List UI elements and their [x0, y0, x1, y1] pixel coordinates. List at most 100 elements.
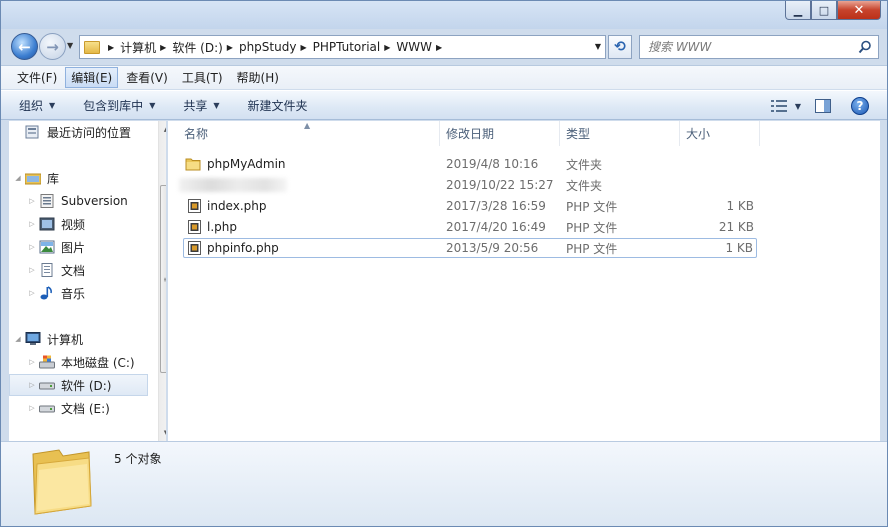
file-name: phpMyAdmin	[207, 157, 286, 171]
help-icon[interactable]: ?	[851, 97, 869, 115]
file-list-pane[interactable]: ▲ 名称 修改日期 类型 大小 phpMyAdmin 2019/4/8 10:1…	[168, 121, 880, 441]
details-pane: 5 个对象	[1, 441, 887, 526]
navigation-scrollbar[interactable]: ▲ ≡ ▼	[158, 121, 166, 441]
breadcrumb-phptutorial[interactable]: PHPTutorial	[313, 40, 381, 54]
include-in-library-button[interactable]: 包含到库中 ▼	[83, 97, 155, 114]
sidebar-item-drive-d[interactable]: ▷ 软件 (D:)	[9, 374, 148, 396]
sidebar-item-music[interactable]: ▷ 音乐	[27, 282, 166, 304]
refresh-button[interactable]: ⟲	[608, 35, 632, 59]
search-box[interactable]	[639, 35, 879, 59]
preview-pane-icon[interactable]	[815, 99, 831, 113]
expand-icon[interactable]: ▷	[27, 220, 37, 228]
computer-icon	[25, 332, 41, 345]
sidebar-item-drive-e[interactable]: ▷ 文档 (E:)	[27, 397, 166, 419]
file-row[interactable]: phpinfo.php 2013/5/9 20:56 PHP 文件 1 KB	[183, 238, 757, 258]
address-history-dropdown[interactable]: ▼	[595, 42, 601, 51]
expand-icon[interactable]: ▷	[27, 243, 37, 251]
expand-collapse-icon[interactable]: ◢	[13, 335, 23, 343]
sidebar-item-subversion[interactable]: ▷ Subversion	[27, 190, 166, 212]
sidebar-item-documents[interactable]: ▷ 文档	[27, 259, 166, 281]
sidebar-item-label: 库	[47, 171, 60, 186]
minimize-button[interactable]: ▁	[785, 1, 811, 20]
menu-view[interactable]: 查看(V)	[120, 67, 174, 88]
breadcrumb-drive-d[interactable]: 软件 (D:)	[172, 39, 222, 56]
expand-icon[interactable]: ▷	[27, 358, 37, 366]
scroll-down-button[interactable]: ▼	[159, 425, 166, 441]
organize-label: 组织	[19, 98, 44, 113]
close-button[interactable]: ✕	[837, 1, 881, 20]
new-folder-button[interactable]: 新建文件夹	[248, 97, 308, 114]
view-mode-icon[interactable]	[770, 99, 787, 113]
chevron-down-icon[interactable]: ▼	[795, 102, 801, 111]
menu-help[interactable]: 帮助(H)	[231, 67, 285, 88]
file-size: 1 KB	[726, 199, 754, 213]
file-row[interactable]: index.php 2017/3/28 16:59 PHP 文件 1 KB	[183, 196, 757, 216]
file-row[interactable]: 2019/10/22 15:27 文件夹	[179, 175, 757, 195]
expand-icon[interactable]: ▷	[27, 197, 37, 205]
sidebar-item-recent-places[interactable]: 最近访问的位置	[25, 121, 165, 143]
chevron-right-icon[interactable]: ▶	[384, 43, 390, 52]
sidebar-item-label: 文档	[61, 263, 86, 278]
recent-places-icon	[25, 125, 39, 139]
column-header-name[interactable]: 名称	[178, 121, 440, 146]
php-file-icon	[188, 241, 201, 255]
file-row[interactable]: l.php 2017/4/20 16:49 PHP 文件 21 KB	[183, 217, 757, 237]
file-row[interactable]: phpMyAdmin 2019/4/8 10:16 文件夹	[183, 154, 757, 174]
folder-icon	[84, 40, 100, 54]
navigation-bar: ← → ▼ ▶ 计算机 ▶ 软件 (D:) ▶ phpStudy ▶ PHPTu…	[1, 31, 887, 63]
system-drive-icon	[39, 355, 55, 369]
maximize-button[interactable]: □	[811, 1, 837, 20]
sidebar-item-drive-c[interactable]: ▷ 本地磁盘 (C:)	[27, 351, 166, 373]
back-button[interactable]: ←	[11, 33, 38, 60]
sidebar-item-videos[interactable]: ▷ 视频	[27, 213, 166, 235]
expand-icon[interactable]: ▷	[27, 289, 37, 297]
sidebar-item-pictures[interactable]: ▷ 图片	[27, 236, 166, 258]
file-name: index.php	[207, 199, 267, 213]
scroll-up-button[interactable]: ▲	[159, 121, 166, 137]
scroll-thumb[interactable]: ≡	[160, 185, 166, 373]
file-size: 21 KB	[718, 220, 754, 234]
forward-button[interactable]: →	[39, 33, 66, 60]
organize-button[interactable]: 组织 ▼	[19, 97, 55, 114]
menu-file[interactable]: 文件(F)	[11, 67, 63, 88]
php-file-icon	[188, 199, 201, 213]
file-date: 2017/4/20 16:49	[446, 220, 546, 234]
column-header-size[interactable]: 大小	[680, 121, 760, 146]
sidebar-item-library[interactable]: ◢ 库	[13, 167, 153, 189]
title-bar[interactable]: ▁ □ ✕	[1, 1, 887, 29]
chevron-right-icon[interactable]: ▶	[108, 43, 114, 52]
chevron-down-icon: ▼	[49, 100, 56, 110]
breadcrumb-computer[interactable]: 计算机	[120, 39, 156, 56]
caption-buttons: ▁ □ ✕	[785, 1, 881, 21]
chevron-right-icon[interactable]: ▶	[227, 43, 233, 52]
expand-collapse-icon[interactable]: ◢	[13, 174, 23, 182]
search-input[interactable]	[648, 38, 848, 56]
column-header-type[interactable]: 类型	[560, 121, 680, 146]
menu-edit[interactable]: 编辑(E)	[65, 67, 119, 88]
expand-icon[interactable]: ▷	[27, 266, 37, 274]
chevron-right-icon[interactable]: ▶	[300, 43, 306, 52]
search-icon[interactable]	[858, 40, 872, 54]
sidebar-item-computer[interactable]: ◢ 计算机	[13, 328, 153, 350]
new-folder-label: 新建文件夹	[247, 98, 308, 113]
navigation-pane[interactable]: 最近访问的位置 ◢ 库 ▷ Subversion ▷ 视频 ▷ 图片 ▷ 文档 …	[9, 121, 166, 441]
pictures-icon	[39, 240, 55, 254]
view-controls: ▼ ?	[757, 97, 869, 115]
share-button[interactable]: 共享 ▼	[183, 97, 219, 114]
recent-pages-dropdown[interactable]: ▼	[67, 41, 73, 50]
library-icon	[25, 173, 41, 185]
expand-icon[interactable]: ▷	[27, 381, 37, 389]
chevron-right-icon[interactable]: ▶	[160, 43, 166, 52]
sidebar-item-label: 视频	[61, 217, 86, 232]
column-header-date[interactable]: 修改日期	[440, 121, 560, 146]
breadcrumb-www[interactable]: WWW	[396, 40, 432, 54]
arrow-right-icon: →	[46, 37, 59, 56]
file-type: PHP 文件	[566, 199, 618, 214]
chevron-right-icon[interactable]: ▶	[436, 43, 442, 52]
menu-tools[interactable]: 工具(T)	[176, 67, 229, 88]
sidebar-item-label: 本地磁盘 (C:)	[61, 355, 135, 370]
expand-icon[interactable]: ▷	[27, 404, 37, 412]
php-file-icon	[188, 220, 201, 234]
breadcrumb-phpstudy[interactable]: phpStudy	[239, 40, 297, 54]
address-bar[interactable]: ▶ 计算机 ▶ 软件 (D:) ▶ phpStudy ▶ PHPTutorial…	[79, 35, 606, 59]
